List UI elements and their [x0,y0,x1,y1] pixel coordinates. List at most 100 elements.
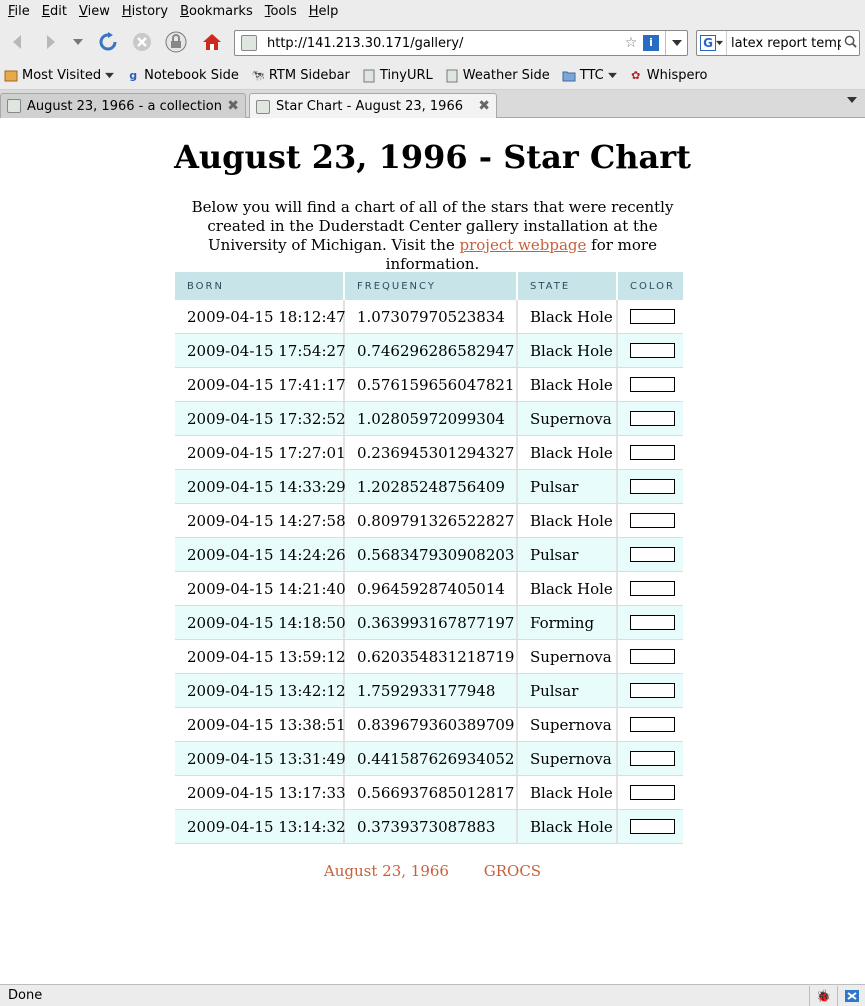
menu-bookmarks[interactable]: Bookmarks [174,0,259,24]
tab-title: August 23, 1966 - a collection... [27,98,223,114]
chevron-down-icon [716,40,723,46]
cell-born: 2009-04-15 18:12:47 [175,300,346,333]
bookmark-label: TTC [579,68,604,83]
cell-color [618,334,683,367]
cell-state: Black Hole [518,572,618,605]
footer-link-grocs[interactable]: GROCS [484,862,541,880]
history-dropdown-button[interactable] [66,28,90,56]
lock-icon [165,31,187,53]
cell-born: 2009-04-15 17:27:01 [175,436,346,469]
page-icon [256,99,270,114]
bookmark-star-icon[interactable]: ☆ [623,35,639,51]
menu-view-key: V [78,4,88,19]
bookmark-whispero[interactable]: ✿ Whispero [629,68,708,83]
home-icon [203,34,221,50]
tab-list-button[interactable] [847,96,857,107]
menu-history-rest: istory [131,4,169,19]
search-icon[interactable] [841,35,859,52]
bookmark-weather-side[interactable]: Weather Side [445,68,550,83]
bookmark-notebook-side[interactable]: g Notebook Side [126,68,239,83]
navigation-toolbar: http://141.213.30.171/gallery/ ☆ i G lat… [0,24,865,62]
table-row: 2009-04-15 14:33:29 1.20285248756409 Pulsa… [175,470,683,504]
close-tab-icon[interactable]: ✖ [227,98,239,114]
column-born: BORN [175,272,345,300]
search-input[interactable]: latex report temp [731,36,841,51]
menu-history-key: H [121,4,132,19]
lock-button[interactable] [162,28,190,56]
bookmark-label: Whispero [646,68,708,83]
info-icon[interactable]: i [643,35,659,51]
back-button[interactable] [4,28,32,56]
chevron-down-icon [105,72,114,79]
page-icon [7,99,21,113]
table-row: 2009-04-15 14:27:58 0.809791326522827 Blac… [175,504,683,538]
tab-title: Star Chart - August 23, 1966 [276,99,463,114]
page-icon [362,69,376,83]
url-dropdown-button[interactable] [665,31,687,55]
table-row: 2009-04-15 17:32:52 1.02805972099304 Super… [175,402,683,436]
search-engine-button[interactable]: G [697,31,727,55]
url-text[interactable]: http://141.213.30.171/gallery/ [267,36,623,51]
cell-born: 2009-04-15 17:54:27 [175,334,346,367]
page-title: August 23, 1996 - Star Chart [174,138,691,176]
bookmark-tinyurl[interactable]: TinyURL [362,68,433,83]
cell-born: 2009-04-15 13:17:33 [175,776,346,809]
reload-icon [99,32,117,51]
home-button[interactable] [198,28,226,56]
cell-state: Pulsar [518,674,618,707]
cell-state: Supernova [518,742,618,775]
star-chart-table: BORN FREQUENCY STATE COLOR 2009-04-15 18… [175,272,683,844]
menu-help[interactable]: Help [303,0,345,24]
menu-tools[interactable]: Tools [259,0,303,24]
cell-born: 2009-04-15 13:14:32 [175,810,346,843]
menu-edit[interactable]: Edit [36,0,73,24]
tab-star-chart[interactable]: Star Chart - August 23, 1966 ✖ [249,93,497,119]
cell-color [618,742,683,775]
cell-state: Black Hole [518,436,618,469]
site-identity-icon[interactable] [241,35,257,51]
menu-file[interactable]: File [2,0,36,24]
url-bar[interactable]: http://141.213.30.171/gallery/ ☆ i [234,30,688,56]
cell-frequency: 0.809791326522827 [345,504,518,537]
search-bar[interactable]: G latex report temp [696,30,860,56]
cell-color [618,368,683,401]
cell-color [618,470,683,503]
menu-history[interactable]: History [116,0,174,24]
cell-color [618,708,683,741]
color-swatch [630,411,675,426]
cell-born: 2009-04-15 17:32:52 [175,402,346,435]
addon-icon[interactable] [837,985,865,1006]
firebug-icon[interactable]: 🐞 [809,985,837,1006]
cell-color [618,504,683,537]
bookmark-most-visited[interactable]: Most Visited [4,68,114,83]
color-swatch [630,819,675,834]
chevron-down-icon [671,40,682,46]
table-row: 2009-04-15 14:24:26 0.568347930908203 Puls… [175,538,683,572]
cell-frequency: 0.363993167877197 [345,606,518,639]
menu-tools-rest: ools [270,4,297,19]
stop-icon [133,33,151,51]
color-swatch [630,343,675,358]
project-webpage-link[interactable]: project webpage [460,236,587,254]
bookmark-rtm-sidebar[interactable]: 🐄 RTM Sidebar [251,68,350,83]
menu-view[interactable]: View [73,0,116,24]
bookmark-label: Weather Side [462,68,550,83]
tab-august-collection[interactable]: August 23, 1966 - a collection... ✖ [0,93,246,118]
cell-born: 2009-04-15 14:21:40 [175,572,346,605]
close-tab-icon[interactable]: ✖ [478,98,490,114]
cell-state: Black Hole [518,504,618,537]
forward-button[interactable] [36,28,64,56]
reload-button[interactable] [94,28,122,56]
cell-born: 2009-04-15 13:42:12 [175,674,346,707]
footer-link-august[interactable]: August 23, 1966 [324,862,449,880]
cell-frequency: 0.441587626934052 [345,742,518,775]
cell-state: Black Hole [518,776,618,809]
stop-button[interactable] [128,28,156,56]
google-icon: G [700,35,716,51]
bookmarks-toolbar: Most Visited g Notebook Side 🐄 RTM Sideb… [0,62,865,90]
folder-icon [562,69,576,83]
bookmark-folder-ttc[interactable]: TTC [562,68,617,83]
bookmark-label: Notebook Side [144,68,239,83]
tab-strip: August 23, 1966 - a collection... ✖ Star… [0,90,865,119]
cell-state: Supernova [518,402,618,435]
